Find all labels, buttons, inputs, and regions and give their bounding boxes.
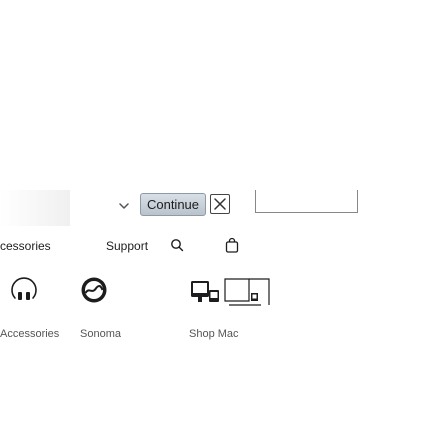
- nav-support-link[interactable]: Support: [106, 239, 148, 253]
- fade-edge: [0, 190, 70, 226]
- mac-devices-icon[interactable]: [189, 272, 297, 312]
- tile-label-sonoma[interactable]: Sonoma: [80, 328, 121, 340]
- tiles-icons: [0, 276, 448, 336]
- close-x-glyph: [214, 198, 226, 210]
- close-icon[interactable]: [210, 194, 230, 214]
- tile-label-accessories[interactable]: Accessories: [0, 328, 59, 340]
- tiles-labels: Accessories Sonoma Shop Mac: [0, 328, 448, 348]
- wireless-icon[interactable]: [10, 276, 38, 304]
- chevron-down-icon[interactable]: [117, 199, 131, 213]
- page: Continue cessories Support Accessories S…: [0, 0, 448, 448]
- search-icon[interactable]: [170, 238, 184, 252]
- macos-sonoma-icon[interactable]: [80, 276, 108, 304]
- tile-label-shop-mac[interactable]: Shop Mac: [189, 328, 239, 340]
- dropdown-bar: Continue: [0, 190, 448, 226]
- frame-outline: [255, 190, 358, 213]
- nav-accessories-link[interactable]: cessories: [0, 239, 51, 253]
- bag-icon[interactable]: [225, 237, 239, 253]
- continue-button[interactable]: Continue: [140, 193, 206, 216]
- nav-bar: cessories Support: [0, 236, 448, 260]
